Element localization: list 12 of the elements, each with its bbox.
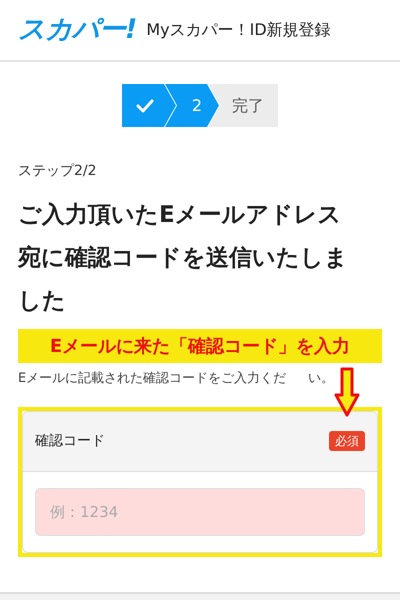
heading: ご入力頂いたEメールアドレス宛に確認コードを送信いたしました	[18, 201, 349, 316]
progress-step: 完了	[208, 84, 278, 127]
instruction-text: Eメールに記載された確認コードをご入力くだ	[18, 370, 286, 388]
logo: スカパー!	[18, 12, 136, 47]
annotation-callout: Eメールに来た「確認コード」を入力	[18, 329, 382, 363]
input-field[interactable]: 例：1234	[35, 488, 365, 536]
page-title: Myスカパー！ID新規登録	[146, 19, 331, 41]
instruction-text: い。	[308, 370, 334, 388]
step-caption: ステップ2/2	[18, 162, 98, 181]
check-icon	[136, 98, 154, 112]
field-label: 確認コード	[35, 432, 105, 450]
required-badge: 必須	[329, 431, 365, 451]
